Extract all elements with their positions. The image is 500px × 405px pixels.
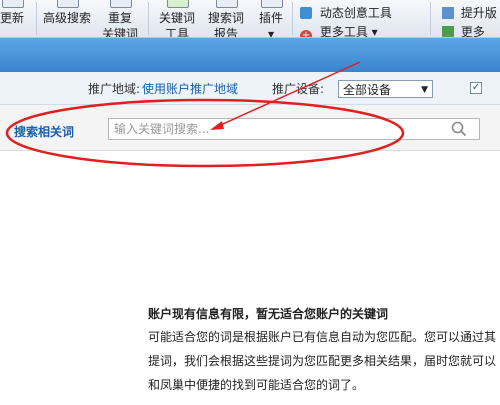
creative-tool-icon: [300, 7, 312, 19]
region-label: 推广地域:: [88, 82, 141, 96]
chevron-down-icon: ▼: [421, 85, 428, 95]
filter-checkbox[interactable]: ✓: [470, 82, 482, 94]
upgrade-icon: [442, 7, 454, 19]
toolbar-divider: [148, 2, 149, 35]
creative-tool-button[interactable]: 动态创意工具: [300, 4, 392, 20]
more-tools-button[interactable]: + 更多工具 ▾: [300, 23, 378, 37]
toolbar-divider: [292, 2, 293, 35]
empty-state-line: 和凤巢中便捷的找到可能适合您的词了。: [148, 378, 365, 392]
update-button[interactable]: 更新: [0, 0, 30, 37]
keyword-search-input[interactable]: 输入关键词搜索...: [108, 118, 480, 140]
keyword-tool-button[interactable]: 关键词 工具: [155, 0, 199, 37]
header-band: [0, 38, 500, 72]
search-term-report-button[interactable]: 搜索词 报告: [204, 0, 248, 37]
empty-state-line: 可能适合您的词是根据账户已有信息自动为您匹配。您可以通过其: [148, 330, 497, 344]
plugins-button[interactable]: 插件 ▾: [254, 0, 288, 37]
advanced-search-button[interactable]: 高级搜索: [40, 0, 94, 37]
keyword-search-placeholder: 输入关键词搜索...: [114, 122, 210, 136]
search-term-report-icon: [216, 0, 238, 8]
search-icon[interactable]: [451, 121, 467, 137]
device-label: 推广设备:: [272, 82, 325, 96]
update-icon: [2, 0, 24, 8]
empty-state-line: 提词，我们会根据这些提词为您匹配更多相关结果，届时您就可以: [148, 354, 497, 368]
upgrade-button[interactable]: 提升版: [442, 4, 497, 21]
duplicate-keywords-button[interactable]: 重复 关键词: [98, 0, 142, 37]
related-search-label: 搜索相关词: [14, 125, 75, 139]
toolbar-divider: [36, 2, 37, 35]
plus-icon: +: [300, 30, 312, 37]
toolbar-divider: [430, 2, 431, 35]
device-select-value: 全部设备: [343, 83, 392, 97]
region-link[interactable]: 使用账户推广地域: [142, 80, 238, 97]
more-right-button[interactable]: 更多: [442, 23, 485, 37]
duplicate-keywords-icon: [110, 0, 132, 8]
keyword-tool-icon: [167, 0, 189, 8]
device-select[interactable]: 全部设备 ▼: [338, 80, 433, 98]
empty-state-title: 账户现有信息有限，暂无适合您账户的关键词: [148, 307, 389, 321]
advanced-search-icon: [57, 0, 79, 8]
plugins-icon: [261, 0, 283, 8]
toolbar-ribbon: 更新 高级搜索 重复 关键词 关键词 工具 搜索词 报告 插件 ▾ 动态创意工具…: [0, 0, 500, 38]
more-right-icon: [442, 26, 454, 37]
